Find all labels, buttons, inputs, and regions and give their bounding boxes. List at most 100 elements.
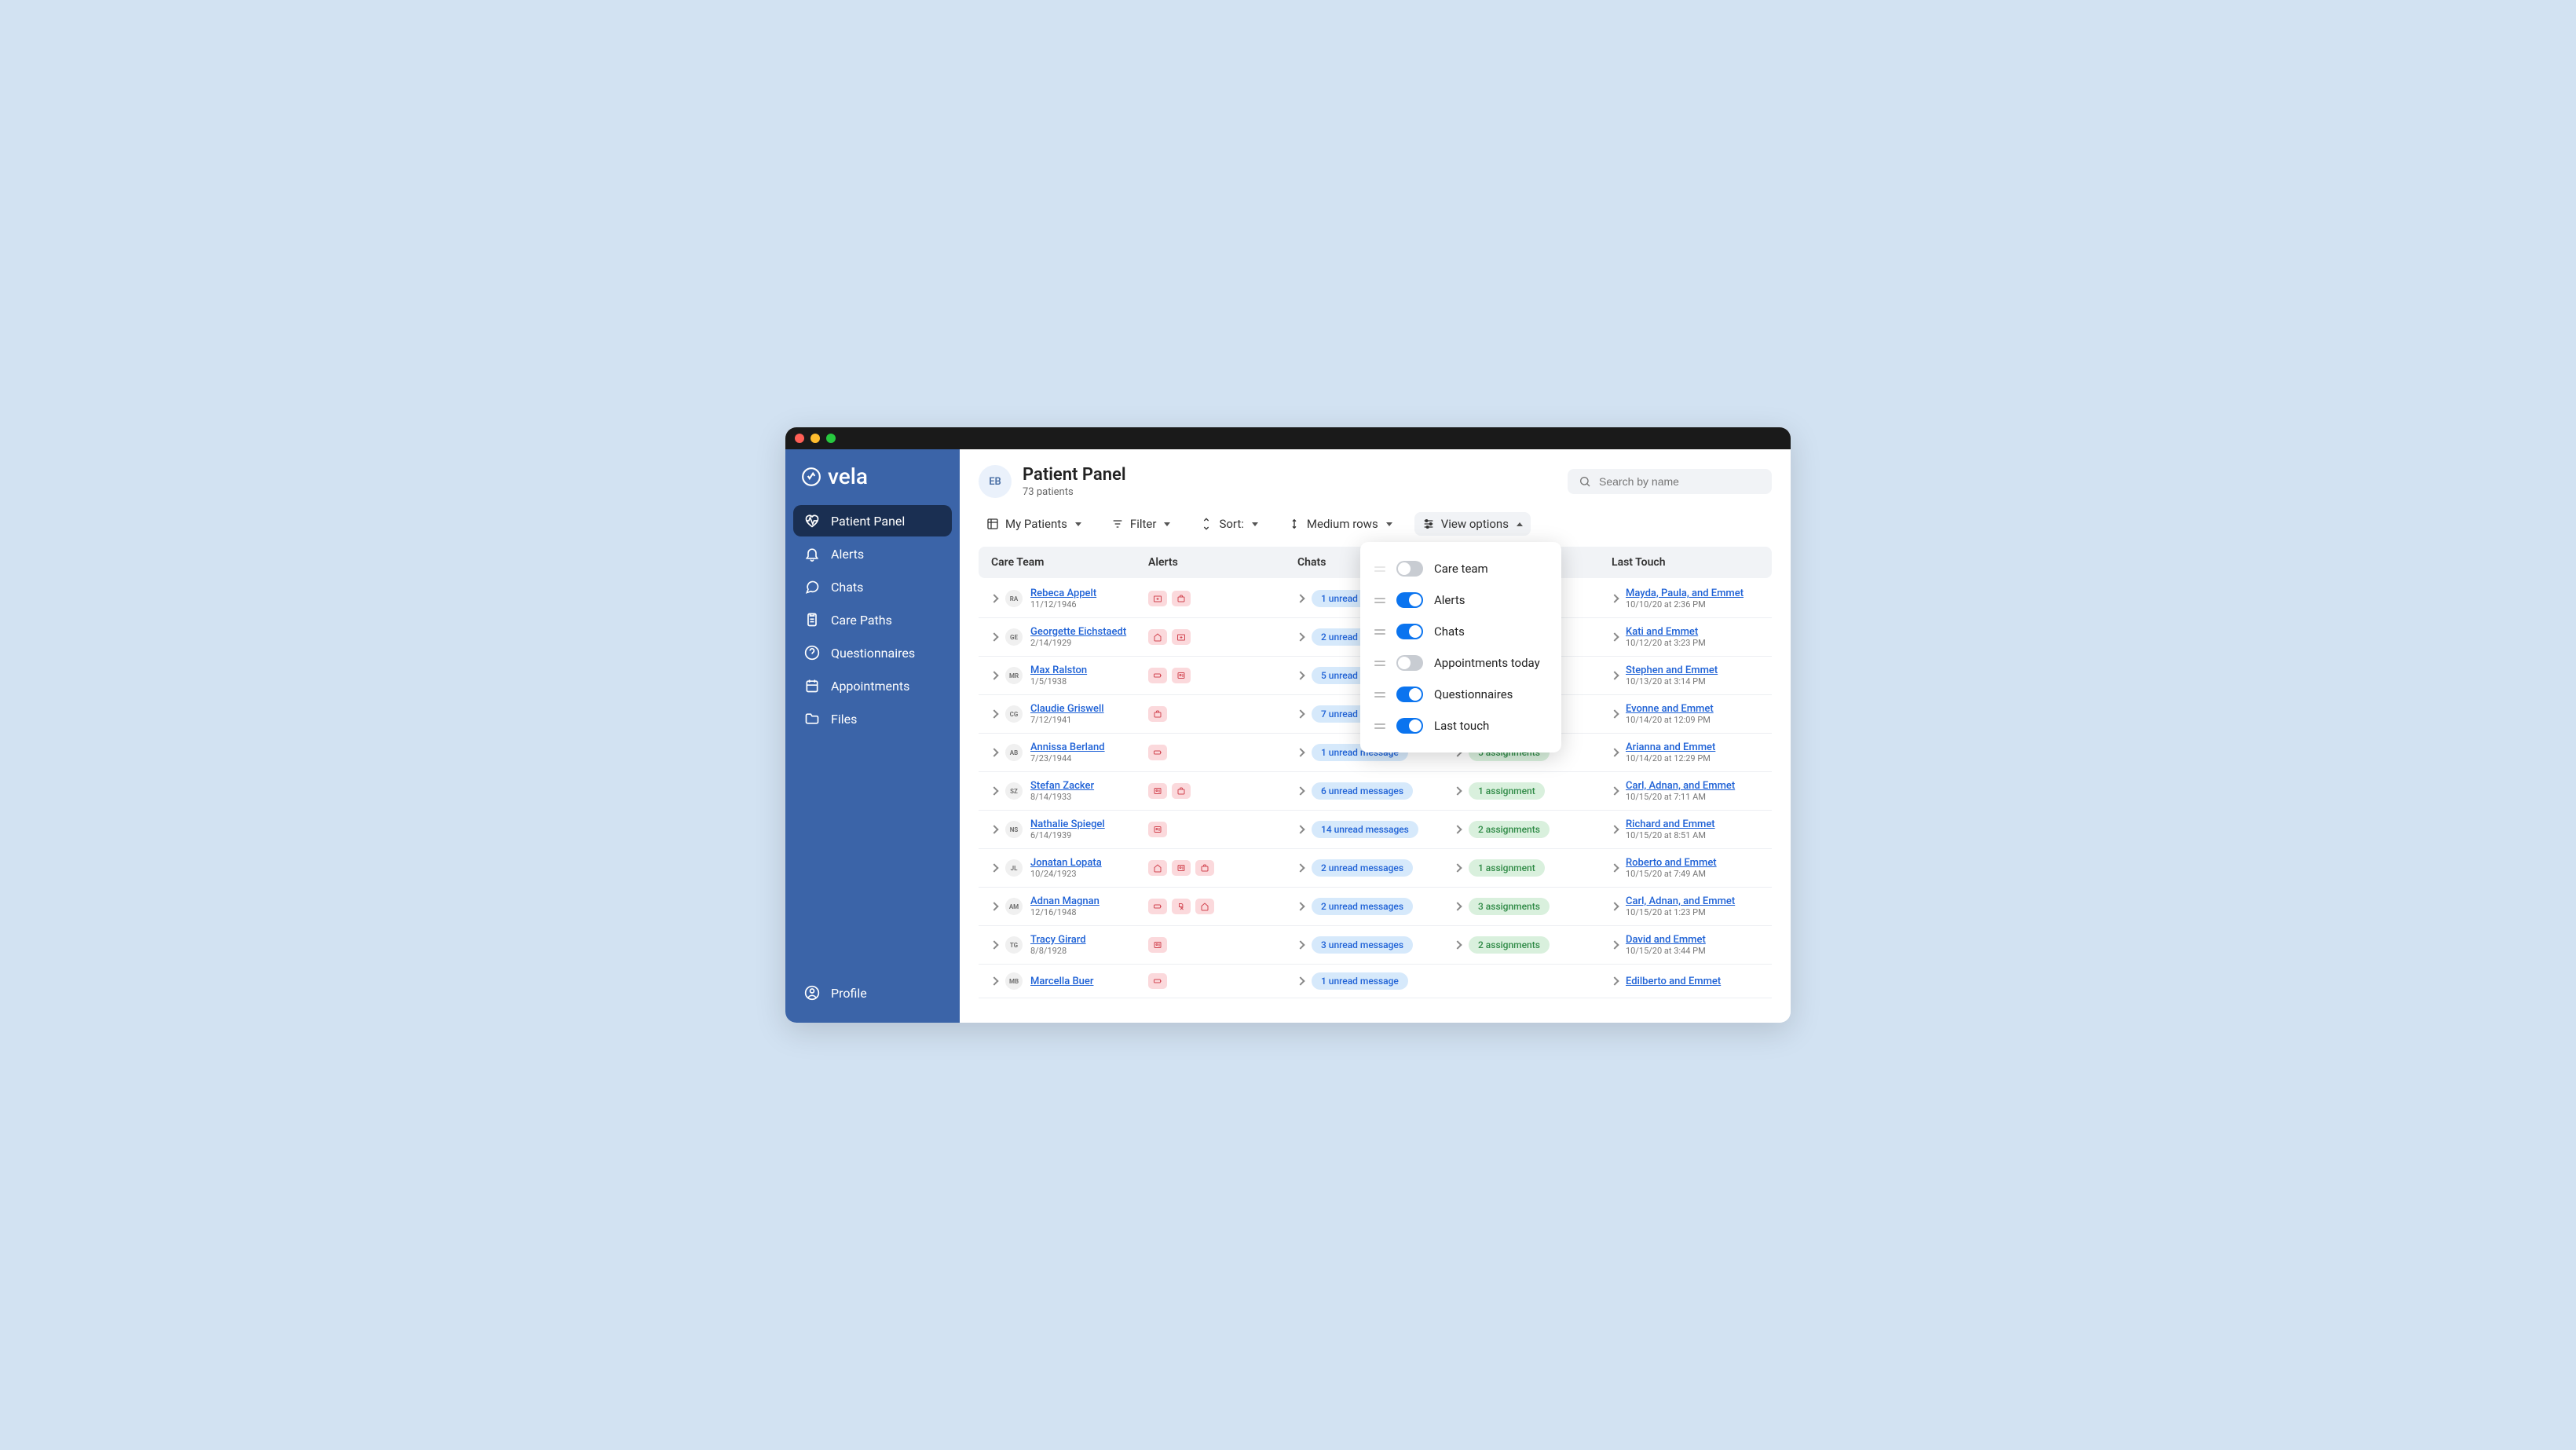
search-box[interactable] [1568,469,1772,494]
assignments-pill[interactable]: 1 assignment [1469,859,1545,877]
sidebar-item-chats[interactable]: Chats [793,571,952,602]
expand-assignments-button[interactable] [1453,825,1462,833]
briefcase-alert-icon[interactable] [1148,706,1167,722]
drag-handle-icon[interactable] [1374,566,1385,572]
expand-last-touch-button[interactable] [1610,786,1619,795]
patient-name-link[interactable]: Georgette Eichstaedt [1030,626,1126,638]
expand-last-touch-button[interactable] [1610,902,1619,910]
expand-row-button[interactable] [990,863,998,872]
view-options-button[interactable]: View options [1414,512,1531,536]
briefcase-alert-icon[interactable] [1195,860,1214,876]
sidebar-item-profile[interactable]: Profile [793,977,952,1009]
toggle-alerts[interactable] [1396,592,1423,608]
last-touch-link[interactable]: Richard and Emmet [1626,818,1715,830]
sort-button[interactable]: Sort: [1192,512,1265,536]
unread-messages-pill[interactable]: 6 unread messages [1312,782,1413,800]
row-size-button[interactable]: Medium rows [1280,512,1400,536]
expand-chats-button[interactable] [1296,825,1304,833]
expand-assignments-button[interactable] [1453,902,1462,910]
assignments-pill[interactable]: 3 assignments [1469,898,1550,915]
patient-name-link[interactable]: Annissa Berland [1030,741,1105,753]
expand-chats-button[interactable] [1296,671,1304,679]
last-touch-link[interactable]: Edilberto and Emmet [1626,976,1721,987]
id-alert-icon[interactable] [1148,822,1167,837]
expand-last-touch-button[interactable] [1610,976,1619,985]
user-avatar[interactable]: EB [979,465,1012,498]
toggle-chats[interactable] [1396,624,1423,639]
expand-row-button[interactable] [990,709,998,718]
last-touch-link[interactable]: Stephen and Emmet [1626,665,1718,676]
expand-row-button[interactable] [990,748,998,756]
battery-alert-icon[interactable] [1148,745,1167,760]
last-touch-link[interactable]: Carl, Adnan, and Emmet [1626,780,1735,792]
expand-chats-button[interactable] [1296,786,1304,795]
last-touch-link[interactable]: Evonne and Emmet [1626,703,1714,715]
home-alert-icon[interactable] [1148,629,1167,645]
last-touch-link[interactable]: Mayda, Paula, and Emmet [1626,588,1744,599]
home-alert-icon[interactable] [1148,860,1167,876]
unread-messages-pill[interactable]: 1 unread message [1312,972,1408,990]
expand-last-touch-button[interactable] [1610,863,1619,872]
patient-name-link[interactable]: Jonatan Lopata [1030,857,1102,869]
drag-handle-icon[interactable] [1374,723,1385,729]
expand-chats-button[interactable] [1296,902,1304,910]
home-alert-icon[interactable] [1195,899,1214,914]
drag-handle-icon[interactable] [1374,598,1385,603]
assignments-pill[interactable]: 2 assignments [1469,821,1550,838]
expand-row-button[interactable] [990,671,998,679]
id-alert-icon[interactable] [1148,937,1167,953]
expand-chats-button[interactable] [1296,632,1304,641]
toggle-last-touch[interactable] [1396,718,1423,734]
unread-messages-pill[interactable]: 3 unread messages [1312,936,1413,954]
patient-name-link[interactable]: Claudie Griswell [1030,703,1104,715]
drag-handle-icon[interactable] [1374,661,1385,666]
expand-row-button[interactable] [990,786,998,795]
last-touch-link[interactable]: Kati and Emmet [1626,626,1706,638]
expand-last-touch-button[interactable] [1610,825,1619,833]
drag-handle-icon[interactable] [1374,629,1385,635]
expand-chats-button[interactable] [1296,863,1304,872]
hospital-alert-icon[interactable] [1148,591,1167,606]
expand-chats-button[interactable] [1296,748,1304,756]
expand-last-touch-button[interactable] [1610,632,1619,641]
assignments-pill[interactable]: 1 assignment [1469,782,1545,800]
unread-messages-pill[interactable]: 2 unread messages [1312,898,1413,915]
patient-name-link[interactable]: Adnan Magnan [1030,895,1100,907]
sidebar-item-alerts[interactable]: Alerts [793,538,952,569]
id-alert-icon[interactable] [1148,783,1167,799]
expand-last-touch-button[interactable] [1610,748,1619,756]
toggle-questionnaires[interactable] [1396,687,1423,702]
expand-last-touch-button[interactable] [1610,709,1619,718]
filter-button[interactable]: Filter [1103,512,1179,536]
briefcase-alert-icon[interactable] [1172,783,1191,799]
id-alert-icon[interactable] [1172,668,1191,683]
expand-row-button[interactable] [990,594,998,602]
expand-last-touch-button[interactable] [1610,671,1619,679]
expand-chats-button[interactable] [1296,709,1304,718]
expand-last-touch-button[interactable] [1610,940,1619,949]
patient-name-link[interactable]: Marcella Buer [1030,976,1093,987]
patient-name-link[interactable]: Stefan Zacker [1030,780,1094,792]
sidebar-item-patient-panel[interactable]: Patient Panel [793,505,952,536]
expand-assignments-button[interactable] [1453,863,1462,872]
expand-assignments-button[interactable] [1453,786,1462,795]
expand-chats-button[interactable] [1296,594,1304,602]
sidebar-item-questionnaires[interactable]: Questionnaires [793,637,952,668]
patient-name-link[interactable]: Rebeca Appelt [1030,588,1096,599]
expand-chats-button[interactable] [1296,940,1304,949]
unread-messages-pill[interactable]: 2 unread messages [1312,859,1413,877]
hospital-alert-icon[interactable] [1172,629,1191,645]
expand-chats-button[interactable] [1296,976,1304,985]
assignments-pill[interactable]: 2 assignments [1469,936,1550,954]
battery-alert-icon[interactable] [1148,668,1167,683]
expand-row-button[interactable] [990,940,998,949]
expand-assignments-button[interactable] [1453,940,1462,949]
battery-alert-icon[interactable] [1148,973,1167,989]
sidebar-item-appointments[interactable]: Appointments [793,670,952,701]
rx-alert-icon[interactable] [1172,899,1191,914]
last-touch-link[interactable]: David and Emmet [1626,934,1706,946]
patient-name-link[interactable]: Tracy Girard [1030,934,1086,946]
sidebar-item-care-paths[interactable]: Care Paths [793,604,952,635]
last-touch-link[interactable]: Arianna and Emmet [1626,741,1715,753]
last-touch-link[interactable]: Carl, Adnan, and Emmet [1626,895,1735,907]
